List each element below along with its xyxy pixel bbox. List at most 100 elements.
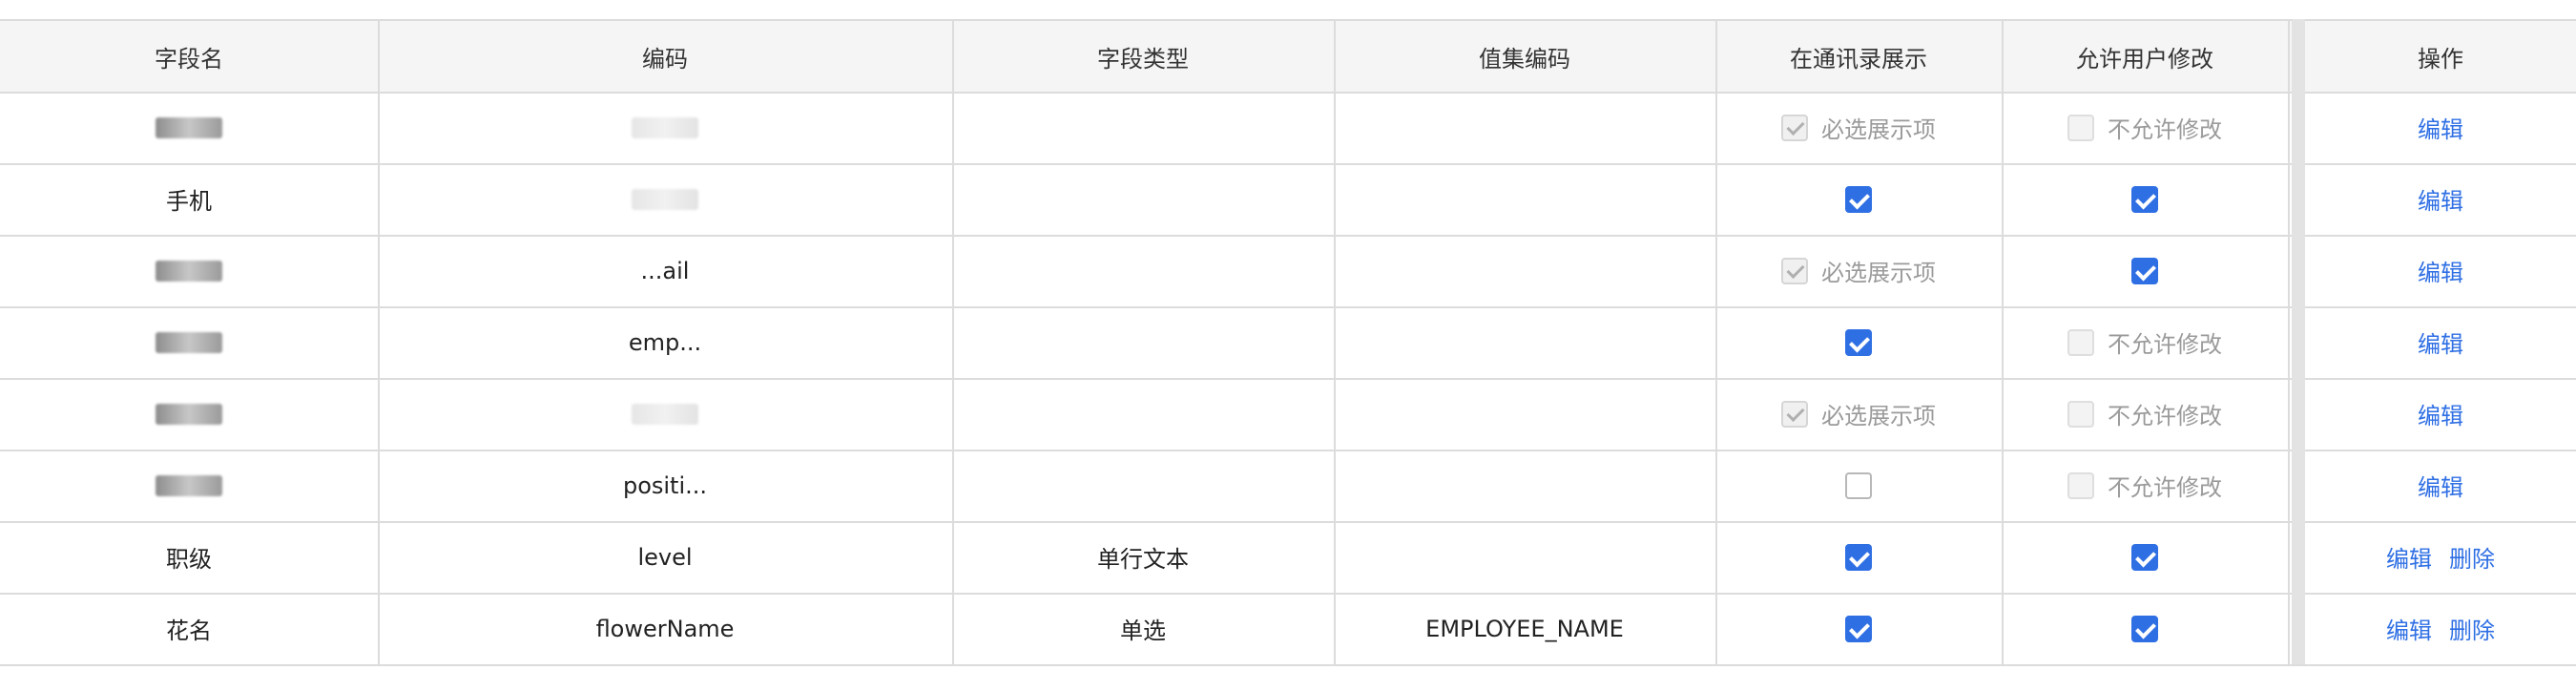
valueset-code-cell <box>1334 450 1715 521</box>
field-type-cell <box>952 92 1334 163</box>
edit-link[interactable]: 编辑 <box>2386 540 2432 574</box>
code-cell: ...ail <box>378 235 952 306</box>
fixed-column-shadow <box>2292 19 2305 664</box>
actions-cell: 编辑 删除 <box>2305 521 2576 593</box>
allow-modify-checkbox <box>2067 328 2094 356</box>
required-show-label: 必选展示项 <box>1821 260 1936 286</box>
show-in-contacts-cell: 必选展示项 <box>1715 235 2002 306</box>
field-name: 职级 <box>166 546 212 573</box>
allow-modify-checkbox[interactable] <box>2131 543 2158 571</box>
show-in-contacts-checkbox[interactable] <box>1845 471 1872 499</box>
col-header-allow-user-modify[interactable]: 允许用户修改 <box>2002 21 2288 92</box>
table-row: emp... 不允许修改 编辑 <box>0 306 2576 380</box>
not-editable-label: 不允许修改 <box>2108 331 2222 358</box>
valueset-code-cell <box>1334 378 1715 450</box>
show-in-contacts-checkbox <box>1781 114 1808 141</box>
field-type-cell: 单行文本 <box>952 521 1334 593</box>
allow-modify-cell: 不允许修改 <box>2002 306 2288 378</box>
show-in-contacts-checkbox[interactable] <box>1845 543 1872 571</box>
edit-link[interactable]: 编辑 <box>2418 254 2463 287</box>
field-type-cell <box>952 235 1334 306</box>
allow-modify-cell: 不允许修改 <box>2002 378 2288 450</box>
table-row: 手机 编辑 <box>0 163 2576 237</box>
required-show-label: 必选展示项 <box>1821 116 1936 143</box>
field-name-cell <box>0 450 378 521</box>
actions-cell: 编辑 <box>2305 163 2576 235</box>
edit-link[interactable]: 编辑 <box>2418 325 2463 359</box>
col-header-field-name[interactable]: 字段名 <box>0 21 378 92</box>
valueset-code-cell <box>1334 235 1715 306</box>
actions-cell: 编辑 <box>2305 92 2576 163</box>
show-in-contacts-checkbox[interactable] <box>1845 185 1872 213</box>
delete-link[interactable]: 删除 <box>2449 612 2495 645</box>
allow-modify-checkbox <box>2067 400 2094 428</box>
field-type-cell <box>952 163 1334 235</box>
valueset-code-cell <box>1334 521 1715 593</box>
show-in-contacts-checkbox[interactable] <box>1845 328 1872 356</box>
show-in-contacts-checkbox[interactable] <box>1845 615 1872 642</box>
valueset-code-cell <box>1334 92 1715 163</box>
table-row: ...ail 必选展示项 编辑 <box>0 235 2576 308</box>
allow-modify-checkbox[interactable] <box>2131 615 2158 642</box>
not-editable-label: 不允许修改 <box>2108 403 2222 429</box>
allow-modify-checkbox <box>2067 471 2094 499</box>
delete-link[interactable]: 删除 <box>2449 540 2495 574</box>
table-header-row: 字段名 编码 字段类型 值集编码 在通讯录展示 允许用户修改 操作 <box>0 19 2576 94</box>
field-name-cell: 职级 <box>0 521 378 593</box>
field-code: flowerName <box>595 615 735 642</box>
actions-cell: 编辑 <box>2305 235 2576 306</box>
field-type-cell: 单选 <box>952 593 1334 664</box>
valueset-code-cell: EMPLOYEE_NAME <box>1334 593 1715 664</box>
code-cell <box>378 378 952 450</box>
field-code: positi... <box>622 471 708 499</box>
edit-link[interactable]: 编辑 <box>2418 469 2463 502</box>
column-divider <box>2002 19 2004 664</box>
allow-modify-checkbox[interactable] <box>2131 257 2158 284</box>
column-divider <box>2288 19 2290 664</box>
field-type-cell <box>952 306 1334 378</box>
col-header-field-type[interactable]: 字段类型 <box>952 21 1334 92</box>
field-type-cell <box>952 378 1334 450</box>
show-in-contacts-cell: 必选展示项 <box>1715 378 2002 450</box>
allow-modify-checkbox[interactable] <box>2131 185 2158 213</box>
field-type-cell <box>952 450 1334 521</box>
code-cell <box>378 163 952 235</box>
col-header-code[interactable]: 编码 <box>378 21 952 92</box>
show-in-contacts-cell: 必选展示项 <box>1715 92 2002 163</box>
table-row: 必选展示项 不允许修改 编辑 <box>0 92 2576 165</box>
col-header-show-in-contacts[interactable]: 在通讯录展示 <box>1715 21 2002 92</box>
actions-cell: 编辑 <box>2305 378 2576 450</box>
redacted-text <box>632 188 698 210</box>
field-name-cell <box>0 306 378 378</box>
field-name: 花名 <box>166 618 212 644</box>
show-in-contacts-checkbox <box>1781 257 1808 284</box>
redacted-text <box>156 331 222 353</box>
field-code: ...ail <box>640 257 690 284</box>
field-name-cell: 花名 <box>0 593 378 664</box>
valueset-code: EMPLOYEE_NAME <box>1425 615 1624 642</box>
edit-link[interactable]: 编辑 <box>2418 111 2463 144</box>
allow-modify-cell <box>2002 521 2288 593</box>
code-cell: positi... <box>378 450 952 521</box>
code-cell: emp... <box>378 306 952 378</box>
allow-modify-cell <box>2002 163 2288 235</box>
show-in-contacts-checkbox <box>1781 400 1808 428</box>
actions-cell: 编辑 <box>2305 450 2576 521</box>
redacted-text <box>156 403 222 425</box>
table-row: 花名 flowerName 单选 EMPLOYEE_NAME 编辑 删除 <box>0 593 2576 666</box>
edit-link[interactable]: 编辑 <box>2418 397 2463 430</box>
column-divider <box>1334 19 1336 664</box>
edit-link[interactable]: 编辑 <box>2418 182 2463 216</box>
valueset-code-cell <box>1334 306 1715 378</box>
edit-link[interactable]: 编辑 <box>2386 612 2432 645</box>
redacted-text <box>156 474 222 496</box>
redacted-text <box>632 116 698 138</box>
actions-cell: 编辑 删除 <box>2305 593 2576 664</box>
col-header-valueset-code[interactable]: 值集编码 <box>1334 21 1715 92</box>
allow-modify-cell <box>2002 235 2288 306</box>
table-row: 职级 level 单行文本 编辑 删除 <box>0 521 2576 595</box>
table-row: 必选展示项 不允许修改 编辑 <box>0 378 2576 451</box>
required-show-label: 必选展示项 <box>1821 403 1936 429</box>
actions-cell: 编辑 <box>2305 306 2576 378</box>
col-header-actions: 操作 <box>2418 45 2463 73</box>
